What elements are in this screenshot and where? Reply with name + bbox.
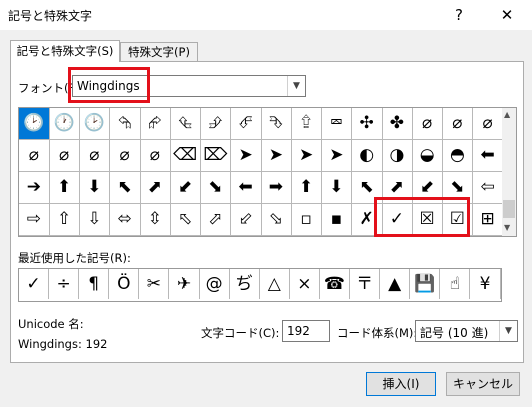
recent-symbol-cell[interactable]: ✓ xyxy=(19,269,49,299)
symbol-cell[interactable]: ⬇ xyxy=(321,172,353,204)
recent-symbol-cell[interactable]: @ xyxy=(200,269,230,299)
recent-symbol-cell[interactable]: ÷ xyxy=(49,269,80,299)
highlight-font xyxy=(68,67,150,103)
symbol-cell[interactable]: ⇳ xyxy=(140,204,171,236)
recent-symbol-cell[interactable]: ぢ xyxy=(230,269,260,299)
symbol-cell[interactable]: ➔ xyxy=(19,172,50,204)
symbol-cell[interactable]: ⬆ xyxy=(291,172,322,204)
symbol-cell[interactable]: ⬉ xyxy=(109,172,141,204)
symbol-cell[interactable]: ⇧ xyxy=(49,204,80,236)
help-button[interactable]: ? xyxy=(448,4,470,26)
recent-symbol-cell[interactable]: Ö xyxy=(109,269,140,299)
chevron-down-icon[interactable]: ▼ xyxy=(287,76,305,96)
charcode-value: 192 xyxy=(287,324,310,338)
symbol-cell[interactable]: ✣ xyxy=(351,108,383,140)
symbol-cell[interactable]: ⬂ xyxy=(261,204,292,236)
symbol-cell[interactable]: ⬊ xyxy=(200,172,232,204)
symbol-cell[interactable]: ⬇ xyxy=(79,172,111,204)
symbol-cell[interactable]: ⮸ xyxy=(291,108,322,140)
symbol-cell[interactable]: ⬈ xyxy=(140,172,171,204)
symbol-cell[interactable]: ⮵ xyxy=(200,108,232,140)
cancel-button[interactable]: キャンセル xyxy=(446,372,520,396)
chevron-down-icon[interactable]: ▼ xyxy=(499,321,517,341)
symbol-cell[interactable]: 🕐 xyxy=(49,108,80,140)
recent-symbol-cell[interactable]: ☝ xyxy=(440,269,471,299)
symbol-cell[interactable]: ◑ xyxy=(382,140,413,172)
symbol-cell[interactable]: ⮳ xyxy=(140,108,171,140)
symbol-cell[interactable]: ⬋ xyxy=(170,172,201,204)
symbol-cell[interactable]: ⬆ xyxy=(49,172,80,204)
recent-symbol-cell[interactable]: ¶ xyxy=(79,269,110,299)
symbol-grid-scrollbar[interactable]: ▲ ▼ xyxy=(502,107,517,237)
recent-symbol-cell[interactable]: ▲ xyxy=(380,269,411,299)
recent-symbol-cell[interactable]: ¥ xyxy=(471,269,501,299)
symbol-cell[interactable]: ◐ xyxy=(351,140,383,172)
symbol-cell[interactable]: ⌀ xyxy=(19,140,50,172)
tab-special-characters[interactable]: 特殊文字(P) xyxy=(120,42,198,61)
symbol-cell[interactable]: 🕑 xyxy=(79,108,111,140)
recent-symbol-cell[interactable]: ✈ xyxy=(170,269,200,299)
scroll-thumb[interactable] xyxy=(503,200,515,218)
symbol-cell[interactable]: ⌀ xyxy=(412,108,443,140)
recent-symbol-cell[interactable]: ✂ xyxy=(139,269,170,299)
symbol-cell[interactable]: ⮶ xyxy=(230,108,262,140)
recent-symbol-cell[interactable]: 〒 xyxy=(350,269,381,299)
symbol-cell[interactable]: ⌀ xyxy=(79,140,111,172)
close-button[interactable]: ✕ xyxy=(494,4,520,26)
symbol-cell[interactable]: ➡ xyxy=(261,172,292,204)
recent-symbol-cell[interactable]: × xyxy=(290,269,320,299)
symbol-cell[interactable]: ⇨ xyxy=(19,204,50,236)
symbol-cell[interactable]: ✤ xyxy=(382,108,413,140)
charcode-label: 文字コード(C): xyxy=(201,326,280,340)
symbol-cell[interactable]: ⌫ xyxy=(170,140,201,172)
symbol-cell[interactable]: ⬄ xyxy=(109,204,141,236)
symbol-cell[interactable]: ◓ xyxy=(442,140,474,172)
symbol-cell[interactable]: ⊞ xyxy=(472,204,504,236)
symbol-cell[interactable]: ⌦ xyxy=(200,140,232,172)
symbol-cell[interactable]: ⌀ xyxy=(140,140,171,172)
symbol-cell[interactable]: ⬅ xyxy=(472,140,504,172)
symbol-cell[interactable]: ⇩ xyxy=(79,204,111,236)
recent-symbol-cell[interactable]: 💾 xyxy=(410,269,441,299)
recent-symbol-cell[interactable]: △ xyxy=(260,269,290,299)
symbol-cell[interactable]: ◒ xyxy=(412,140,443,172)
charcode-input[interactable]: 192 xyxy=(282,320,330,342)
symbol-cell[interactable]: ⬀ xyxy=(200,204,232,236)
symbol-cell[interactable]: ➤ xyxy=(261,140,292,172)
tab-symbols[interactable]: 記号と特殊文字(S) xyxy=(10,40,120,62)
recent-symbol-cell[interactable]: ☎ xyxy=(320,269,350,299)
recent-symbols: ✓ ÷ ¶ Ö ✂ ✈ @ ぢ △ × ☎ 〒 ▲ 💾 ☝ ¥ xyxy=(18,268,502,302)
symbol-cell[interactable]: 🕑 xyxy=(19,108,50,140)
symbol-cell[interactable]: ⬅ xyxy=(230,172,262,204)
scroll-up-icon[interactable]: ▲ xyxy=(504,110,510,119)
insert-button[interactable]: 挿入(I) xyxy=(366,372,436,396)
highlight-checkboxes xyxy=(374,197,470,237)
symbol-cell[interactable]: ⮲ xyxy=(109,108,141,140)
symbol-cell[interactable]: ⮴ xyxy=(170,108,201,140)
scroll-down-icon[interactable]: ▼ xyxy=(504,223,510,232)
symbol-cell[interactable]: ⮷ xyxy=(261,108,292,140)
symbol-cell[interactable]: ⌀ xyxy=(442,108,474,140)
recent-label: 最近使用した記号(R): xyxy=(18,251,131,265)
symbol-cell[interactable]: ➤ xyxy=(291,140,322,172)
codetype-value: 記号 (10 進) xyxy=(420,326,489,340)
symbol-cell[interactable]: ⬁ xyxy=(170,204,201,236)
symbol-cell[interactable]: ▪ xyxy=(321,204,353,236)
symbol-cell[interactable]: ➤ xyxy=(321,140,353,172)
symbol-cell[interactable]: ⮹ xyxy=(321,108,353,140)
window-title: 記号と特殊文字 xyxy=(8,9,93,23)
unicode-name-label: Unicode 名: xyxy=(18,317,84,331)
symbol-cell[interactable]: ⌀ xyxy=(109,140,141,172)
codetype-combobox[interactable]: 記号 (10 進) ▼ xyxy=(415,320,518,342)
symbol-cell[interactable]: ⌀ xyxy=(49,140,80,172)
symbol-cell[interactable]: ▫ xyxy=(291,204,322,236)
symbol-cell[interactable]: ⌀ xyxy=(472,108,504,140)
codetype-label: コード体系(M): xyxy=(337,326,418,340)
unicode-name-value: Wingdings: 192 xyxy=(18,337,108,351)
symbol-cell[interactable]: ⇦ xyxy=(472,172,504,204)
symbol-cell[interactable]: ➤ xyxy=(230,140,262,172)
symbol-cell[interactable]: ⬃ xyxy=(230,204,262,236)
